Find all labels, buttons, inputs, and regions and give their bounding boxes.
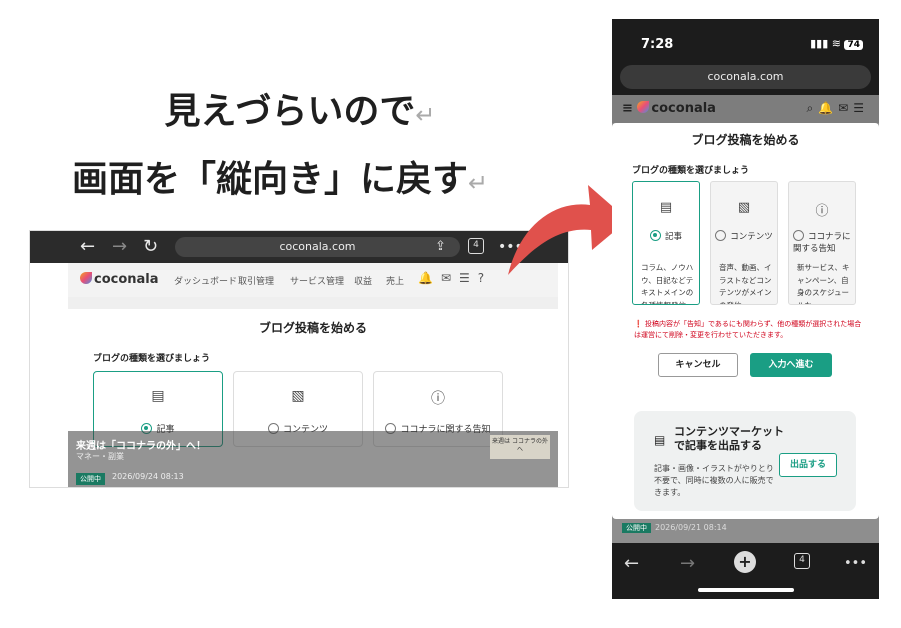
address-bar[interactable]: coconala.com: [175, 237, 460, 257]
return-mark-icon: ↵: [467, 169, 489, 197]
card-description: 新サービス、キャンペーン、自身のスケジュールな: [797, 263, 850, 305]
logo-text: coconala: [651, 101, 716, 116]
site-nav: coconala ダッシュボード 取引管理 サービス管理 収益 売上 🔔✉☰?: [68, 263, 558, 297]
battery-icon: 74: [844, 40, 863, 50]
article-thumbnail: 来週は ココナラの外へ: [490, 435, 550, 459]
modal-title: ブログ投稿を始める: [258, 321, 367, 335]
more-icon[interactable]: •••: [844, 556, 867, 571]
warning-text: ❗ 投稿内容が「告知」であるにも関わらず、他の種類が選択された場合は運営にて削除…: [634, 320, 862, 339]
return-mark-icon: ↵: [415, 101, 436, 129]
logo-mark-icon: [637, 101, 650, 113]
article-category: マネー・副業: [76, 452, 124, 461]
status-icons: ▮▮▮ ≋ 74: [810, 37, 863, 50]
next-button[interactable]: 入力へ進む: [750, 353, 832, 377]
browser-toolbar: ← → ↻ coconala.com ⇪ 4 •••: [30, 231, 568, 263]
blog-modal: ブログ投稿を始める ブログの種類を選びましょう ▤ 記事 コラム、ノウハウ、日記…: [612, 123, 879, 519]
card-label: コンテンツ: [730, 232, 773, 242]
content-market-panel: ▤ コンテンツマーケットで記事を出品する 記事・画像・イラストがやりとり不要で、…: [634, 411, 856, 511]
back-icon[interactable]: ←: [624, 553, 639, 574]
status-bar: 7:28 ▮▮▮ ≋ 74: [612, 19, 879, 69]
browser-bottom-bar: ← → + 4 •••: [612, 547, 879, 599]
nav-sales[interactable]: 売上: [386, 274, 404, 287]
info-icon: ⓘ: [815, 204, 829, 219]
phone-screenshot: 7:28 ▮▮▮ ≋ 74 coconala.com ≡ coconala ⌕🔔…: [612, 19, 879, 599]
logo-text: coconala: [94, 272, 159, 287]
coconala-logo[interactable]: ≡ coconala: [622, 101, 716, 116]
modal-subtitle: ブログの種類を選びましょう: [93, 354, 211, 364]
card-contents[interactable]: ▧ コンテンツ 音声、動画、イラストなどコンテンツがメインの発信: [710, 181, 778, 305]
headline-line1-text: 見えづらいので: [164, 91, 416, 132]
article-date: 2026/09/21 08:14: [655, 523, 727, 532]
status-badge: 公開中: [76, 473, 105, 485]
url-text: coconala.com: [279, 240, 356, 253]
reload-icon[interactable]: ↻: [143, 236, 158, 258]
phone-page: ≡ coconala ⌕🔔✉☰ ブログ投稿を始める ブログの種類を選びましょう …: [612, 95, 879, 543]
tabs-button[interactable]: 4: [468, 238, 484, 254]
address-bar[interactable]: coconala.com: [620, 65, 871, 89]
warning-message: 投稿内容が「告知」であるにも関わらず、他の種類が選択された場合は運営にて削除・変…: [634, 320, 862, 339]
url-text: coconala.com: [707, 70, 784, 83]
radio-notice[interactable]: [793, 230, 804, 241]
underlying-article: 公開中 2026/09/21 08:14: [622, 523, 727, 533]
headline-line2: 画面を「縦向き」に戻す↵: [30, 150, 530, 202]
forward-icon[interactable]: →: [680, 553, 695, 574]
site-nav: ≡ coconala ⌕🔔✉☰: [612, 95, 879, 123]
header-icons[interactable]: ⌕🔔✉☰: [807, 101, 869, 116]
document-icon: ▤: [151, 388, 165, 404]
article-date: 2026/09/24 08:13: [112, 472, 184, 481]
coconala-logo[interactable]: coconala: [80, 272, 159, 287]
radio-article[interactable]: [649, 230, 661, 241]
back-icon[interactable]: ←: [80, 236, 95, 258]
forward-icon[interactable]: →: [112, 236, 127, 258]
modal-subtitle: ブログの種類を選びましょう: [632, 166, 750, 176]
nav-earnings[interactable]: 収益: [354, 274, 372, 287]
market-title: コンテンツマーケットで記事を出品する: [674, 425, 784, 452]
headline-line1: 見えづらいので↵: [120, 82, 480, 134]
document-icon: ▤: [659, 200, 673, 215]
images-icon: ▧: [291, 388, 305, 404]
info-icon: ⓘ: [431, 391, 445, 407]
cancel-button[interactable]: キャンセル: [658, 353, 738, 377]
card-article[interactable]: ▤ 記事 コラム、ノウハウ、日記などテキストメインの各種情報発信: [632, 181, 700, 305]
status-badge: 公開中: [622, 523, 651, 533]
underlying-article: 来週は「ココナラの外」へ！ マネー・副業 公開中 2026/09/24 08:1…: [68, 431, 558, 487]
share-icon[interactable]: ⇪: [435, 236, 446, 258]
card-notice[interactable]: ⓘ ココナラに関する告知 新サービス、キャンペーン、自身のスケジュールな: [788, 181, 856, 305]
new-tab-icon[interactable]: +: [734, 551, 756, 573]
header-icons[interactable]: 🔔✉☰?: [418, 271, 492, 285]
landscape-screenshot: ← → ↻ coconala.com ⇪ 4 ••• coconala ダッシュ…: [30, 231, 568, 487]
card-description: 音声、動画、イラストなどコンテンツがメインの発信: [719, 263, 772, 305]
card-label: 記事: [664, 232, 682, 242]
market-icon: ▤: [654, 433, 666, 447]
radio-contents[interactable]: [715, 230, 727, 241]
tabs-button[interactable]: 4: [794, 553, 810, 569]
modal-title: ブログ投稿を始める: [691, 133, 800, 147]
nav-services[interactable]: サービス管理: [290, 274, 344, 287]
nav-dashboard[interactable]: ダッシュボード: [174, 274, 237, 287]
home-indicator: [698, 588, 794, 592]
images-icon: ▧: [737, 200, 751, 215]
list-button[interactable]: 出品する: [779, 453, 837, 477]
logo-mark-icon: [80, 272, 92, 284]
card-description: コラム、ノウハウ、日記などテキストメインの各種情報発信: [641, 263, 694, 305]
market-description: 記事・画像・イラストがやりとり不要で、同時に複数の人に販売できます。: [654, 464, 774, 497]
article-title: 来週は「ココナラの外」へ！: [76, 441, 206, 452]
nav-transactions[interactable]: 取引管理: [238, 274, 274, 287]
clock: 7:28: [641, 37, 674, 52]
arrow-icon: [508, 185, 628, 275]
headline-line2-text: 画面を「縦向き」に戻す: [71, 159, 468, 200]
